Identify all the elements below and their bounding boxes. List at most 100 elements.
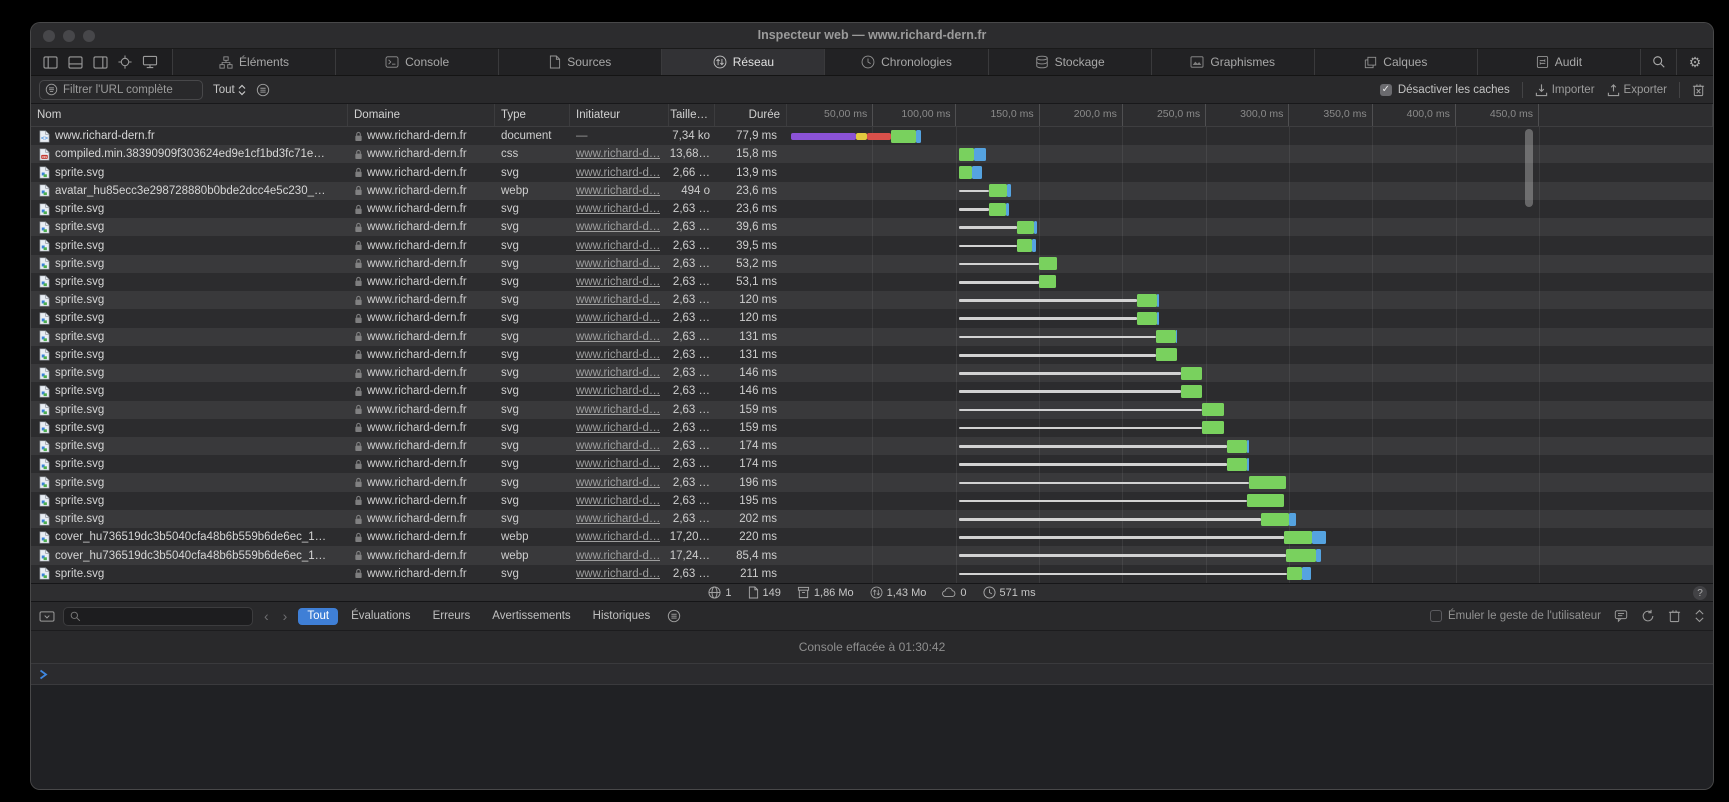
dock-right-icon[interactable] xyxy=(93,56,108,69)
tab-network[interactable]: Réseau xyxy=(662,49,825,75)
table-row[interactable]: sprite.svgwww.richard-dern.frsvgwww.rich… xyxy=(31,346,1713,364)
table-row[interactable]: sprite.svgwww.richard-dern.frsvgwww.rich… xyxy=(31,273,1713,291)
table-row[interactable]: sprite.svgwww.richard-dern.frsvgwww.rich… xyxy=(31,364,1713,382)
table-row[interactable]: sprite.svgwww.richard-dern.frsvgwww.rich… xyxy=(31,291,1713,309)
initiator-link[interactable]: www.richard-d… xyxy=(576,440,660,452)
console-scope-icon[interactable] xyxy=(39,610,55,623)
table-row[interactable]: sprite.svgwww.richard-dern.frsvgwww.rich… xyxy=(31,565,1713,583)
table-row[interactable]: avatar_hu85ecc3e298728880b0bde2dcc4e5c23… xyxy=(31,182,1713,200)
table-row[interactable]: sprite.svgwww.richard-dern.frsvgwww.rich… xyxy=(31,510,1713,528)
initiator-link[interactable]: www.richard-d… xyxy=(576,513,660,525)
disable-caches-checkbox[interactable]: ✓ Désactiver les caches xyxy=(1380,84,1510,96)
tab-storage[interactable]: Stockage xyxy=(989,49,1152,75)
initiator-link[interactable]: www.richard-d… xyxy=(576,331,660,343)
table-row[interactable]: sprite.svgwww.richard-dern.frsvgwww.rich… xyxy=(31,382,1713,400)
table-row[interactable]: sprite.svgwww.richard-dern.frsvgwww.rich… xyxy=(31,309,1713,327)
initiator-link[interactable]: www.richard-d… xyxy=(576,477,660,489)
column-header-size[interactable]: Taille… xyxy=(669,104,715,126)
resource-name: sprite.svg xyxy=(55,440,104,452)
table-row[interactable]: csscompiled.min.38390909f303624ed9e1cf1b… xyxy=(31,145,1713,163)
initiator-link[interactable]: www.richard-d… xyxy=(576,531,660,543)
dock-bottom-icon[interactable] xyxy=(68,56,83,69)
column-header-domain[interactable]: Domaine xyxy=(348,104,495,126)
initiator-link[interactable]: www.richard-d… xyxy=(576,167,660,179)
initiator-link[interactable]: www.richard-d… xyxy=(576,458,660,470)
expand-console-icon[interactable] xyxy=(1694,609,1705,623)
initiator-link[interactable]: www.richard-d… xyxy=(576,367,660,379)
table-row[interactable]: sprite.svgwww.richard-dern.frsvgwww.rich… xyxy=(31,163,1713,181)
initiator-link[interactable]: www.richard-d… xyxy=(576,276,660,288)
initiator-link[interactable]: www.richard-d… xyxy=(576,258,660,270)
list-circle-icon xyxy=(256,83,270,97)
clear-network-button[interactable] xyxy=(1692,83,1705,97)
dock-left-icon[interactable] xyxy=(43,56,58,69)
table-row[interactable]: sprite.svgwww.richard-dern.frsvgwww.rich… xyxy=(31,200,1713,218)
help-button[interactable]: ? xyxy=(1693,586,1707,600)
initiator-link[interactable]: www.richard-d… xyxy=(576,495,660,507)
table-row[interactable]: sprite.svgwww.richard-dern.frsvgwww.rich… xyxy=(31,455,1713,473)
search-tab[interactable] xyxy=(1641,49,1677,75)
initiator-link[interactable]: www.richard-d… xyxy=(576,404,660,416)
resource-type-select[interactable]: Tout xyxy=(213,84,246,96)
console-prompt[interactable] xyxy=(31,663,1713,685)
reload-icon[interactable] xyxy=(1641,609,1655,623)
table-row[interactable]: sprite.svgwww.richard-dern.frsvgwww.rich… xyxy=(31,255,1713,273)
console-filter-historiques[interactable]: Historiques xyxy=(584,608,660,625)
initiator-link[interactable]: www.richard-d… xyxy=(576,148,660,160)
console-filter-erreurs[interactable]: Erreurs xyxy=(424,608,480,625)
device-icon[interactable] xyxy=(142,55,158,69)
tab-layers[interactable]: Calques xyxy=(1315,49,1478,75)
console-filter-évaluations[interactable]: Évaluations xyxy=(342,608,419,625)
initiator-link[interactable]: www.richard-d… xyxy=(576,385,660,397)
initiator-link[interactable]: www.richard-d… xyxy=(576,422,660,434)
table-row[interactable]: sprite.svgwww.richard-dern.frsvgwww.rich… xyxy=(31,401,1713,419)
initiator-link[interactable]: www.richard-d… xyxy=(576,203,660,215)
initiator-link[interactable]: www.richard-d… xyxy=(576,312,660,324)
element-picker-icon[interactable] xyxy=(118,55,132,69)
import-button[interactable]: Importer xyxy=(1535,83,1595,97)
console-messages-icon[interactable] xyxy=(1614,609,1628,623)
tab-timelines[interactable]: Chronologies xyxy=(825,49,988,75)
table-row[interactable]: sprite.svgwww.richard-dern.frsvgwww.rich… xyxy=(31,218,1713,236)
vertical-scrollbar[interactable] xyxy=(1525,129,1533,207)
initiator-link[interactable]: www.richard-d… xyxy=(576,568,660,580)
tab-elements[interactable]: Éléments xyxy=(173,49,336,75)
console-filter-tout[interactable]: Tout xyxy=(298,608,338,625)
column-header-initiator[interactable]: Initiateur xyxy=(570,104,669,126)
table-row[interactable]: sprite.svgwww.richard-dern.frsvgwww.rich… xyxy=(31,328,1713,346)
console-search-input[interactable] xyxy=(63,607,253,626)
column-header-name[interactable]: Nom xyxy=(31,104,348,126)
table-row[interactable]: <>www.richard-dern.frwww.richard-dern.fr… xyxy=(31,127,1713,145)
tab-console[interactable]: Console xyxy=(336,49,499,75)
table-row[interactable]: cover_hu736519dc3b5040cfa48b6b559b6de6ec… xyxy=(31,546,1713,564)
url-filter-field[interactable]: Filtrer l'URL complète xyxy=(39,80,203,100)
console-filter-avertissements[interactable]: Avertissements xyxy=(483,608,579,625)
table-row[interactable]: sprite.svgwww.richard-dern.frsvgwww.rich… xyxy=(31,492,1713,510)
settings-tab[interactable]: ⚙ xyxy=(1677,49,1713,75)
tab-sources[interactable]: Sources xyxy=(499,49,662,75)
table-row[interactable]: sprite.svgwww.richard-dern.frsvgwww.rich… xyxy=(31,419,1713,437)
table-row[interactable]: cover_hu736519dc3b5040cfa48b6b559b6de6ec… xyxy=(31,528,1713,546)
tab-audit[interactable]: Audit xyxy=(1478,49,1641,75)
initiator-link[interactable]: www.richard-d… xyxy=(576,240,660,252)
clear-console-icon[interactable] xyxy=(1668,609,1681,623)
initiator-link[interactable]: www.richard-d… xyxy=(576,294,660,306)
emulate-user-gesture-checkbox[interactable]: Émuler le geste de l'utilisateur xyxy=(1430,610,1601,622)
next-result-button[interactable]: › xyxy=(280,609,291,623)
tab-graphics[interactable]: Graphismes xyxy=(1152,49,1315,75)
column-header-type[interactable]: Type xyxy=(495,104,570,126)
table-row[interactable]: sprite.svgwww.richard-dern.frsvgwww.rich… xyxy=(31,437,1713,455)
initiator-link[interactable]: www.richard-d… xyxy=(576,221,660,233)
table-row[interactable]: sprite.svgwww.richard-dern.frsvgwww.rich… xyxy=(31,473,1713,491)
previous-result-button[interactable]: ‹ xyxy=(261,609,272,623)
filter-options-button[interactable] xyxy=(256,83,270,97)
initiator-link[interactable]: www.richard-d… xyxy=(576,550,660,562)
column-header-duration[interactable]: Durée xyxy=(715,104,787,126)
console-options-icon[interactable] xyxy=(667,609,681,623)
initiator-link[interactable]: www.richard-d… xyxy=(576,185,660,197)
initiator-link[interactable]: www.richard-d… xyxy=(576,349,660,361)
export-button[interactable]: Exporter xyxy=(1607,83,1667,97)
waterfall-segment-green xyxy=(1286,549,1316,562)
waterfall-segment-green xyxy=(1181,367,1203,380)
table-row[interactable]: sprite.svgwww.richard-dern.frsvgwww.rich… xyxy=(31,236,1713,254)
